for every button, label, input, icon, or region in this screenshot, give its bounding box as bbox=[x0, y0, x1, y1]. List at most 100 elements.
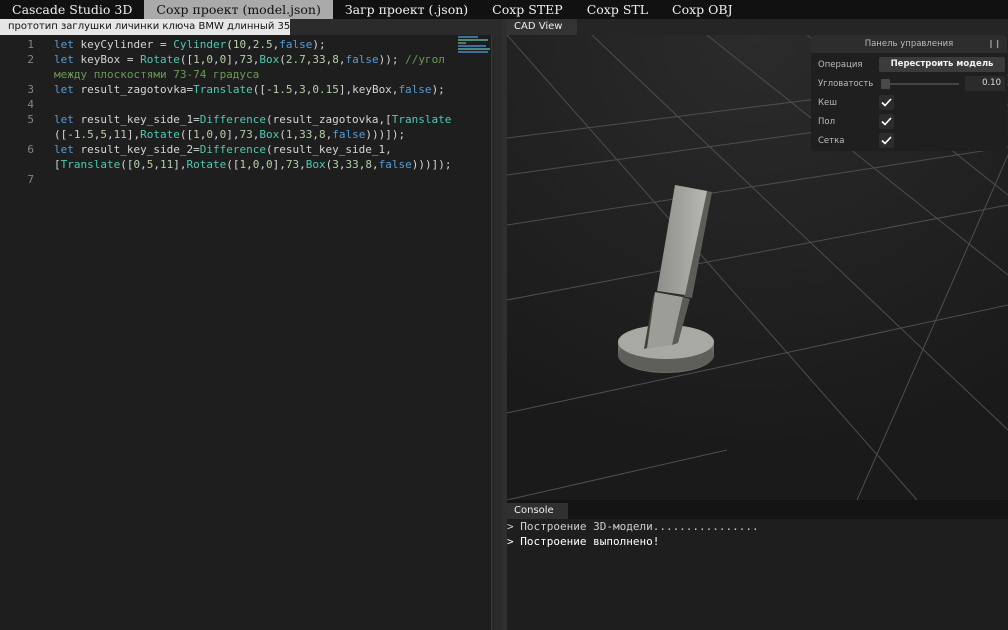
code-token: ([ bbox=[226, 158, 240, 171]
code-token: 1.5 bbox=[272, 83, 293, 96]
resize-handle-icon[interactable]: ❙❙ bbox=[988, 35, 1001, 53]
code-text: let keyBox = Rotate([1,0,0],73,Box(2.7,3… bbox=[54, 52, 445, 67]
code-token: (result_key_side_1, bbox=[265, 143, 392, 156]
code-token: 0 bbox=[265, 158, 273, 171]
line-number: 1 bbox=[27, 38, 34, 51]
code-text: let result_zagotovka=Translate([-1.5,3,0… bbox=[54, 82, 445, 97]
console-output[interactable]: > Построение 3D-модели................ > … bbox=[507, 519, 1008, 630]
floor-row: Пол bbox=[811, 113, 1007, 131]
code-text: let result_key_side_1=Difference(result_… bbox=[54, 112, 451, 127]
editor-scrollbar[interactable] bbox=[491, 35, 502, 630]
code-token: ([ bbox=[120, 158, 134, 171]
code-token: result_zagotovka= bbox=[73, 83, 194, 96]
floor-checkbox[interactable] bbox=[879, 114, 894, 129]
cache-checkbox[interactable] bbox=[879, 95, 894, 110]
editor-tab-strip bbox=[290, 19, 502, 35]
menu-item-0[interactable]: Cascade Studio 3D bbox=[0, 0, 144, 19]
code-token: 8 bbox=[365, 158, 372, 171]
code-token: ],keyBox, bbox=[338, 83, 399, 96]
code-token: ], bbox=[226, 53, 240, 66]
code-token: )); bbox=[378, 53, 399, 66]
cache-row: Кеш bbox=[811, 94, 1007, 112]
angularity-slider-handle[interactable] bbox=[881, 79, 890, 89]
checkmark-icon bbox=[881, 117, 892, 126]
menu-item-5[interactable]: Сохр OBJ bbox=[660, 0, 745, 19]
code-token: let bbox=[54, 53, 74, 66]
code-text: [Translate([0,5,11],Rotate([1,0,0],73,Bo… bbox=[54, 157, 451, 172]
code-token: 0 bbox=[206, 128, 213, 141]
floor-label: Пол bbox=[818, 117, 836, 127]
code-token: 11 bbox=[113, 128, 127, 141]
rebuild-model-button[interactable]: Перестроить модель bbox=[879, 57, 1005, 72]
code-token: 8 bbox=[319, 128, 326, 141]
angularity-value-input[interactable]: 0.10 bbox=[965, 76, 1005, 91]
angularity-label: Угловатость bbox=[818, 79, 874, 89]
code-token: Rotate bbox=[186, 158, 227, 171]
code-token: ], bbox=[173, 158, 187, 171]
menu-item-4[interactable]: Сохр STL bbox=[575, 0, 660, 19]
line-number: 6 bbox=[27, 143, 34, 156]
code-token: Difference bbox=[199, 113, 266, 126]
code-token: let bbox=[54, 83, 74, 96]
code-token: 2.7 bbox=[285, 53, 306, 66]
line-number: 7 bbox=[27, 173, 34, 186]
panel-title[interactable]: Панель управления ❙❙ bbox=[811, 35, 1007, 53]
angularity-slider-track[interactable] bbox=[881, 83, 959, 85]
code-token: Cylinder bbox=[173, 38, 227, 51]
grid-checkbox[interactable] bbox=[879, 133, 894, 148]
code-token: 5 bbox=[100, 128, 107, 141]
code-token: keyCylinder = bbox=[73, 38, 174, 51]
code-token: 1.5 bbox=[73, 128, 94, 141]
code-token: ); bbox=[431, 83, 445, 96]
menu-item-2[interactable]: Загр проект (.json) bbox=[333, 0, 480, 19]
code-token: let bbox=[54, 143, 74, 156]
code-editor[interactable]: 1 let keyCylinder = Cylinder(10,2.5,false… bbox=[0, 35, 502, 630]
code-token: (result_zagotovka,[ bbox=[265, 113, 392, 126]
code-token: ], bbox=[226, 128, 240, 141]
code-token: ([- bbox=[252, 83, 273, 96]
cad-tab-strip bbox=[577, 19, 1008, 35]
code-token: 2.5 bbox=[252, 38, 273, 51]
console-line: > Построение 3D-модели................ bbox=[507, 520, 759, 533]
editor-minimap[interactable] bbox=[457, 35, 493, 55]
code-token: ], bbox=[272, 158, 286, 171]
code-token: 1 bbox=[285, 128, 293, 141]
code-token: let bbox=[54, 38, 74, 51]
code-token: )))]); bbox=[411, 158, 452, 171]
code-token: , bbox=[312, 128, 319, 141]
checkmark-icon bbox=[881, 98, 892, 107]
line-number: 5 bbox=[27, 113, 34, 126]
console-tab[interactable]: Console bbox=[507, 503, 568, 519]
panel-title-label: Панель управления bbox=[864, 39, 954, 49]
console-line: > Построение выполнено! bbox=[507, 535, 660, 548]
code-token: ( bbox=[279, 128, 286, 141]
menu-item-1[interactable]: Сохр проект (model.json) bbox=[144, 0, 333, 19]
editor-tab[interactable]: прототип заглушки личинки ключа BMW длин… bbox=[0, 19, 290, 35]
code-token: 73 bbox=[239, 128, 253, 141]
cad-view-tab[interactable]: CAD View bbox=[507, 19, 577, 35]
code-token: , bbox=[246, 38, 253, 51]
line-number: 2 bbox=[27, 53, 34, 66]
code-token: false bbox=[279, 38, 313, 51]
code-token: , bbox=[246, 158, 253, 171]
menu-item-3[interactable]: Сохр STEP bbox=[480, 0, 575, 19]
code-token: ([ bbox=[179, 53, 194, 66]
code-token: 0 bbox=[206, 53, 213, 66]
code-token: 3 bbox=[332, 158, 339, 171]
code-token: Rotate bbox=[140, 128, 180, 141]
checkmark-icon bbox=[881, 136, 892, 145]
line-number: 4 bbox=[27, 98, 34, 111]
code-token: Box bbox=[259, 128, 280, 141]
code-token: keyBox = bbox=[73, 53, 141, 66]
code-token: [ bbox=[54, 158, 61, 171]
top-menu-bar: Cascade Studio 3D Сохр проект (model.json… bbox=[0, 0, 1008, 19]
control-panel: Панель управления ❙❙ Операция Перестроит… bbox=[811, 35, 1007, 151]
code-token: 73 bbox=[285, 158, 300, 171]
code-token: Box bbox=[305, 158, 326, 171]
code-token: 33 bbox=[345, 158, 359, 171]
code-token: 33 bbox=[312, 53, 326, 66]
code-token: //угол bbox=[398, 53, 445, 66]
code-token: Translate bbox=[193, 83, 253, 96]
code-token: 11 bbox=[159, 158, 174, 171]
code-token: 8 bbox=[332, 53, 339, 66]
